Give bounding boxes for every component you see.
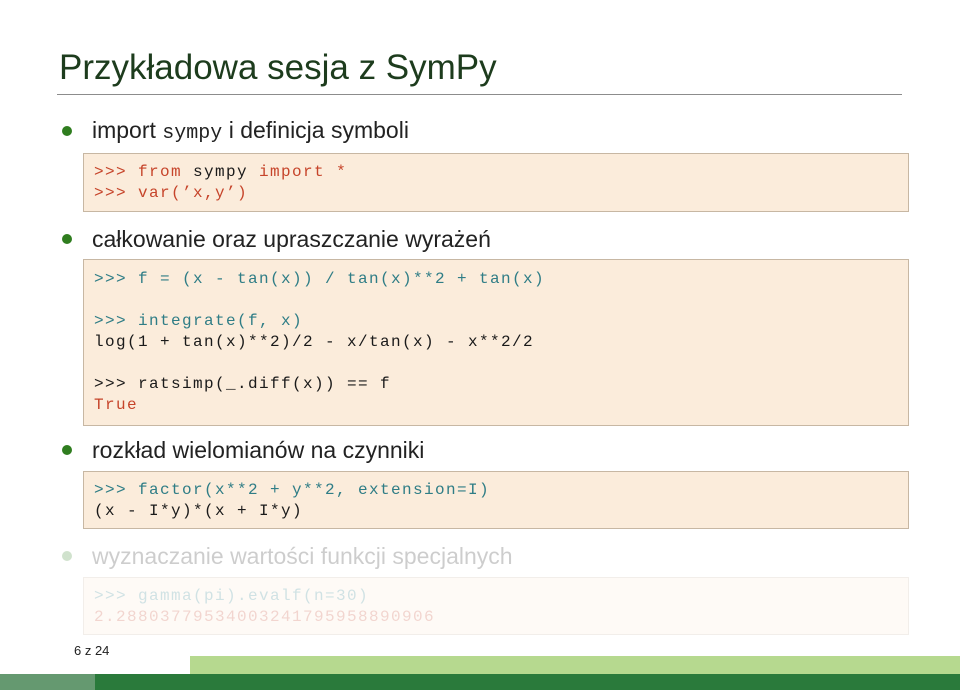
code-block-integrate: >>> f = (x - tan(x)) / tan(x)**2 + tan(x… [83,259,909,426]
code-line: >>> from sympy import * [94,163,348,181]
code-line: >>> f = (x - tan(x)) / tan(x)**2 + tan(x… [94,270,546,288]
code-block-gamma: >>> gamma(pi).evalf(n=30) 2.288037795340… [83,577,909,635]
bullet-dot-icon [62,126,72,136]
inline-code-sympy: sympy [162,122,223,145]
page-number: 6 z 24 [74,643,110,658]
code-line: 2.28803779534003241795958890906 [94,608,436,626]
code-block-factor: >>> factor(x**2 + y**2, extension=I) (x … [83,471,909,529]
bullet-dot-icon [62,445,72,455]
slide-title: Przykładowa sesja z SymPy [59,48,497,87]
code-line: >>> integrate(f, x) [94,312,304,330]
bullet-item-import: import sympy i definicja symboli [62,114,409,148]
bullet-text: rozkład wielomianów na czynniki [92,436,425,463]
bullet-text: import sympy i definicja symboli [92,117,409,145]
code-line: log(1 + tan(x)**2)/2 - x/tan(x) - x**2/2 [94,333,535,351]
footer-bar-accent [0,674,95,690]
title-rule [57,94,902,95]
bullet-item-integrate: całkowanie oraz upraszczanie wyrażeń [62,222,491,256]
code-line: >>> var(’x,y’) [94,184,249,202]
bullet-item-factor: rozkład wielomianów na czynniki [62,433,424,467]
bullet-item-special-functions: wyznaczanie wartości funkcji specjalnych [62,539,513,573]
code-block-import: >>> from sympy import * >>> var(’x,y’) [83,153,909,212]
footer-bar-light [190,656,960,674]
code-line: (x - I*y)*(x + I*y) [94,502,304,520]
code-line: >>> factor(x**2 + y**2, extension=I) [94,481,491,499]
code-line: True [94,396,139,414]
code-line: >>> gamma(pi).evalf(n=30) [94,587,370,605]
bullet-dot-icon [62,551,72,561]
bullet-dot-icon [62,234,72,244]
code-line: >>> ratsimp(_.diff(x)) == f [94,375,392,393]
footer-bar-dark [0,674,960,690]
bullet-text: całkowanie oraz upraszczanie wyrażeń [92,225,491,252]
bullet-text: wyznaczanie wartości funkcji specjalnych [92,542,513,569]
